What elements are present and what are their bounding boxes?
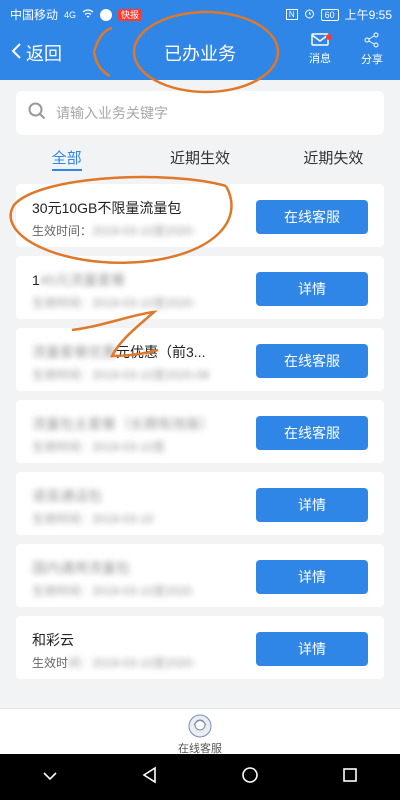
item-time-value: 生效时间：2019-03-10 [32, 512, 154, 526]
list-item: 国内通用流量包 生效时间：2019-03-10至2020 详情 [16, 544, 384, 607]
item-name: 30元10GB不限量流量包 [32, 200, 182, 216]
app-bar: 返回 已办业务 消息 分享 [0, 26, 400, 80]
details-button[interactable]: 详情 [256, 488, 368, 522]
item-time: 生效时间：2019-03-10至2020- [32, 654, 196, 671]
service-list: 30元10GB不限量流量包 生效时间：2019-03-10至2020- 在线客服… [16, 184, 384, 688]
triangle-back-icon [141, 766, 159, 789]
tab-bar: 全部 近期生效 近期失效 [0, 146, 400, 174]
battery-icon: 60 [320, 8, 339, 21]
tab-recent-expired[interactable]: 近期失效 [267, 146, 400, 174]
message-label: 消息 [309, 53, 331, 65]
item-name: 语音通话包 [32, 486, 102, 506]
item-time: 生效时间：2019-03-10至2020-06 [32, 366, 209, 383]
nav-home-button[interactable] [230, 757, 270, 797]
item-time: 生效时间：2019-03-10至2020- [32, 294, 196, 311]
item-time-prefix: 生效时间： [32, 224, 93, 238]
item-name: 145元流量套餐 [32, 270, 125, 290]
clock-text: 上午9:55 [344, 8, 392, 22]
app-icon [100, 8, 113, 21]
list-item: 语音通话包 生效时间：2019-03-10 详情 [16, 472, 384, 535]
list-item: 30元10GB不限量流量包 生效时间：2019-03-10至2020- 在线客服 [16, 184, 384, 247]
carrier-text: 中国移动 [10, 8, 59, 22]
tab-all-label: 全部 [51, 150, 82, 171]
online-service-tab[interactable]: 在线客服 [178, 711, 222, 756]
page-title: 已办业务 [164, 44, 236, 64]
bottom-bar: 在线客服 [0, 708, 400, 755]
wifi-icon [82, 8, 94, 22]
item-name-hidden: 流量套餐优惠 [32, 344, 116, 360]
online-service-button[interactable]: 在线客服 [256, 344, 368, 378]
share-button[interactable]: 分享 [352, 30, 392, 67]
hide-nav-button[interactable] [30, 757, 70, 797]
status-bar: 中国移动 4G 快报 N 60 上午9:55 [0, 0, 400, 26]
item-name: 流量包主套餐（长期有效版） [32, 414, 214, 434]
item-time-value: 生效时间：2019-03-10至2020-06 [32, 368, 210, 382]
item-time: 生效时间：2019-03-10至2020- [32, 222, 196, 239]
system-nav-bar [0, 754, 400, 800]
item-name-visible: 元优惠（前3... [116, 344, 206, 360]
item-name-hidden: 语音通话包 [32, 488, 102, 504]
chevron-down-icon [42, 768, 58, 786]
item-name-hidden: 国内通用流量包 [32, 560, 130, 576]
item-time-value: 生效时间：2019-03-10至 [32, 440, 166, 454]
item-time: 生效时间：2019-03-10至 [32, 438, 165, 455]
tab-all[interactable]: 全部 [0, 146, 133, 174]
online-service-button[interactable]: 在线客服 [256, 416, 368, 450]
list-item: 流量套餐优惠元优惠（前3... 生效时间：2019-03-10至2020-06 … [16, 328, 384, 391]
message-icon [300, 32, 340, 47]
item-name: 国内通用流量包 [32, 558, 130, 578]
share-label: 分享 [361, 54, 383, 66]
nav-back-button[interactable] [130, 757, 170, 797]
circle-home-icon [241, 766, 259, 789]
details-button[interactable]: 详情 [256, 272, 368, 306]
item-name-hidden: 45元流量套餐 [39, 272, 126, 288]
message-button[interactable]: 消息 [300, 30, 340, 66]
list-item: 和彩云 生效时间：2019-03-10至2020- 详情 [16, 616, 384, 679]
tab-recent-expired-label: 近期失效 [303, 150, 364, 167]
search-input[interactable] [54, 104, 368, 122]
item-time-value: 间：2019-03-10至2020- [68, 656, 197, 670]
signal-text: 4G [64, 9, 77, 20]
share-icon [352, 32, 392, 48]
alarm-icon [304, 8, 315, 22]
item-time: 生效时间：2019-03-10至2020 [32, 582, 192, 599]
item-name-visible: 1 [32, 272, 40, 288]
item-time: 生效时间：2019-03-10 [32, 510, 153, 527]
list-item: 145元流量套餐 生效时间：2019-03-10至2020- 详情 [16, 256, 384, 319]
nfc-icon: N [285, 9, 298, 20]
details-button[interactable]: 详情 [256, 632, 368, 666]
search-icon [28, 102, 46, 125]
tab-recent-effective-label: 近期生效 [169, 150, 230, 167]
list-item: 流量包主套餐（长期有效版） 生效时间：2019-03-10至 在线客服 [16, 400, 384, 463]
item-time-prefix: 生效时 [32, 656, 69, 670]
item-time-value: 生效时间：2019-03-10至2020 [32, 584, 193, 598]
tab-recent-effective[interactable]: 近期生效 [133, 146, 266, 174]
item-name-hidden: 流量包主套餐（长期有效版） [32, 416, 214, 432]
app-badge: 快报 [118, 8, 143, 21]
online-service-button[interactable]: 在线客服 [256, 200, 368, 234]
customer-service-icon [178, 713, 222, 739]
item-name: 和彩云 [32, 632, 74, 648]
search-box [16, 91, 384, 135]
square-recents-icon [342, 767, 358, 788]
item-time-value: 生效时间：2019-03-10至2020- [32, 296, 197, 310]
unread-dot [326, 34, 332, 40]
item-name: 流量套餐优惠元优惠（前3... [32, 342, 205, 362]
item-time-value: 2019-03-10至2020- [92, 224, 197, 238]
details-button[interactable]: 详情 [256, 560, 368, 594]
nav-recents-button[interactable] [330, 757, 370, 797]
